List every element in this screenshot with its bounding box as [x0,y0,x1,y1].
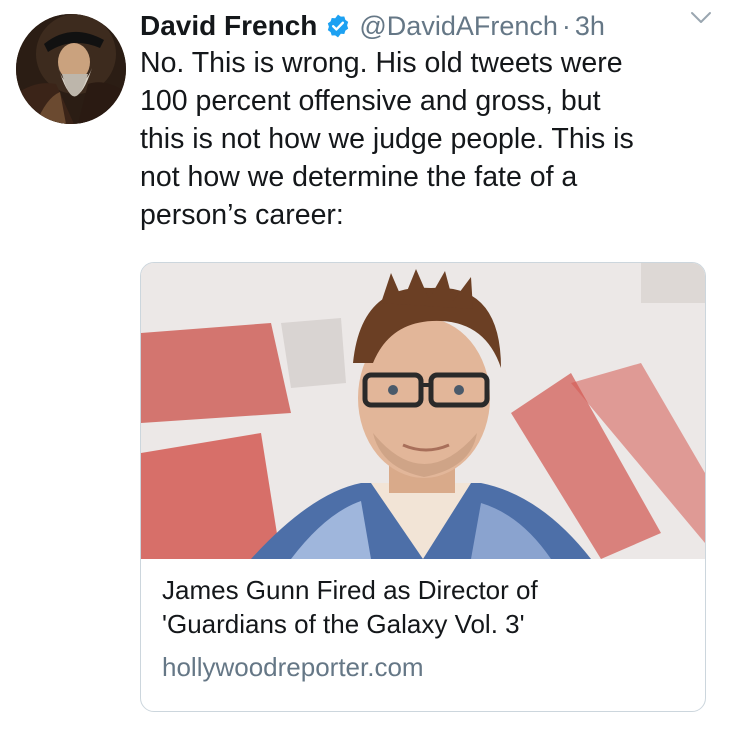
card-body[interactable]: James Gunn Fired as Director of 'Guardia… [162,573,692,683]
card-domain[interactable]: hollywoodreporter.com [162,651,692,683]
tweet[interactable]: David French @DavidAFrench · 3h No. This… [0,0,738,734]
card-title[interactable]: James Gunn Fired as Director of 'Guardia… [162,573,692,641]
card-image-headshot[interactable] [141,263,705,559]
tweet-timestamp[interactable]: 3h [575,11,605,42]
author-display-name[interactable]: David French [140,10,317,42]
chevron-down-icon[interactable] [690,10,712,26]
tweet-text: No. This is wrong. His old tweets were 1… [140,47,634,231]
tweet-header: David French @DavidAFrench · 3h [140,6,720,46]
author-avatar[interactable] [16,14,126,124]
verified-badge-icon [325,13,351,39]
separator-dot: · [561,10,571,41]
author-handle[interactable]: @DavidAFrench [359,11,557,42]
link-card[interactable]: James Gunn Fired as Director of 'Guardia… [140,262,706,712]
